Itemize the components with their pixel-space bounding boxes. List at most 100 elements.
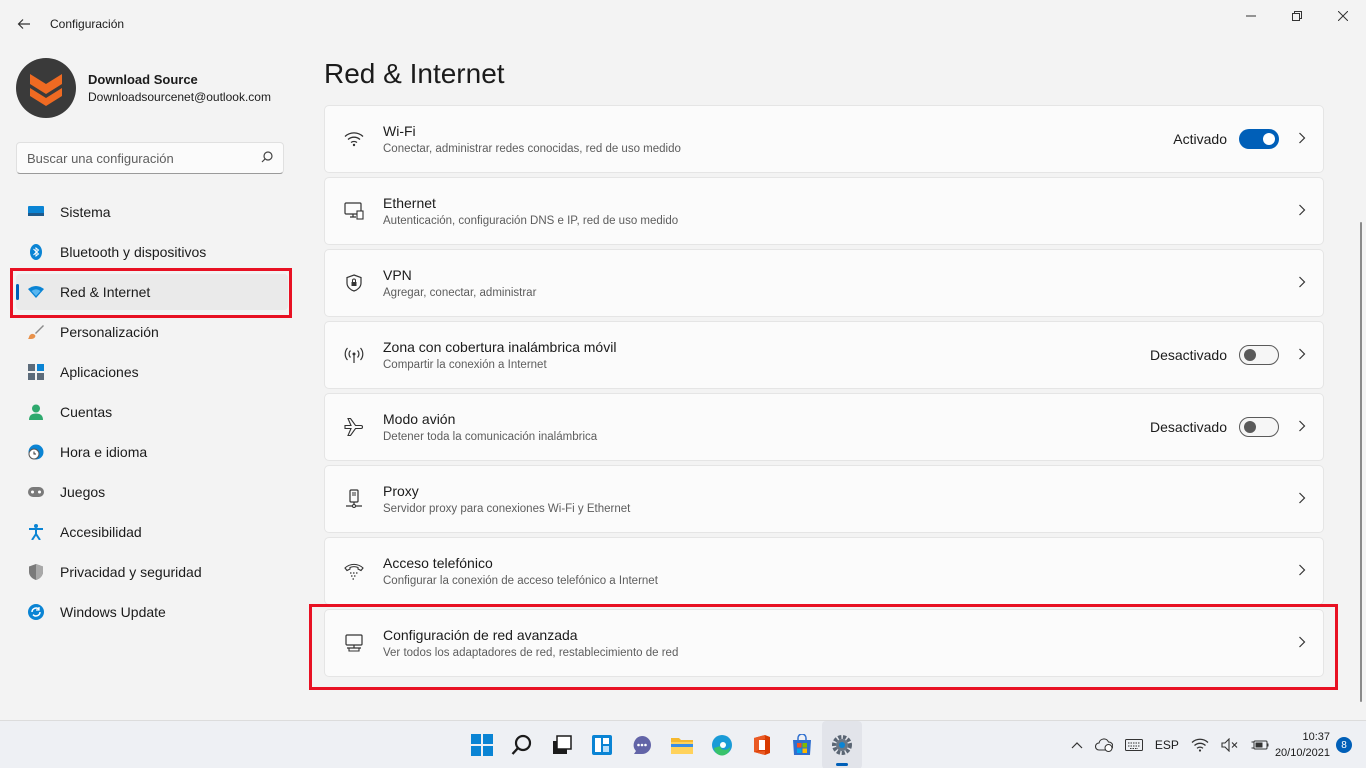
search-input[interactable]: [27, 150, 261, 166]
toggle-state-label: Desactivado: [1149, 347, 1227, 363]
card-proxy[interactable]: Proxy Servidor proxy para conexiones Wi-…: [324, 465, 1324, 533]
card-title: Wi-Fi: [383, 123, 416, 139]
time: 10:37: [1302, 731, 1330, 743]
sidebar-item-juegos[interactable]: Juegos: [16, 474, 288, 510]
chat-button[interactable]: [622, 721, 662, 768]
dialup-icon: [325, 562, 383, 580]
sidebar-item-bluetooth[interactable]: Bluetooth y dispositivos: [16, 234, 288, 270]
sidebar-item-cuentas[interactable]: Cuentas: [16, 394, 288, 430]
profile-name: Download Source: [88, 72, 198, 87]
sidebar-item-personalizacion[interactable]: Personalización: [16, 314, 288, 350]
card-description: Autenticación, configuración DNS e IP, r…: [383, 215, 679, 227]
back-button[interactable]: [0, 0, 48, 48]
monitor-icon: [28, 204, 44, 220]
search-icon[interactable]: [261, 150, 273, 166]
system-tray: ESP 10:37 20/10/2021 8: [1065, 721, 1366, 768]
user-profile[interactable]: Download Source Downloadsourcenet@outloo…: [16, 58, 271, 118]
card-vpn[interactable]: VPN Agregar, conectar, administrar: [324, 249, 1324, 317]
hotspot-toggle[interactable]: [1239, 345, 1279, 365]
sidebar-nav: Sistema Bluetooth y dispositivos Red & I…: [16, 194, 288, 634]
show-hidden-icons-button[interactable]: [1071, 741, 1083, 749]
office-button[interactable]: [742, 721, 782, 768]
card-description: Conectar, administrar redes conocidas, r…: [383, 143, 681, 155]
edge-icon: [712, 735, 732, 756]
sidebar-item-accesibilidad[interactable]: Accesibilidad: [16, 514, 288, 550]
widgets-button[interactable]: [582, 721, 622, 768]
settings-app-button[interactable]: [822, 721, 862, 768]
chevron-right-icon: [1297, 563, 1307, 579]
card-description: Configurar la conexión de acceso telefón…: [383, 575, 658, 587]
card-description: Ver todos los adaptadores de red, restab…: [383, 647, 679, 659]
sidebar-item-red-internet[interactable]: Red & Internet: [16, 274, 288, 310]
taskbar-apps: [462, 721, 862, 768]
volume-button[interactable]: [1221, 738, 1239, 752]
chevron-right-icon: [1297, 131, 1307, 147]
chevron-right-icon: [1297, 419, 1307, 435]
card-title: Zona con cobertura inalámbrica móvil: [383, 339, 617, 355]
touch-keyboard-button[interactable]: [1124, 739, 1143, 751]
date: 20/10/2021: [1274, 747, 1330, 759]
sidebar-item-privacidad[interactable]: Privacidad y seguridad: [16, 554, 288, 590]
card-mobile-hotspot[interactable]: Zona con cobertura inalámbrica móvil Com…: [324, 321, 1324, 389]
notification-badge[interactable]: 8: [1336, 737, 1352, 753]
search-icon: [511, 734, 532, 755]
taskbar-search-button[interactable]: [502, 721, 542, 768]
restore-icon: [1292, 11, 1302, 21]
sidebar-item-sistema[interactable]: Sistema: [16, 194, 288, 230]
chevron-right-icon: [1297, 347, 1307, 363]
gamepad-icon: [28, 484, 44, 500]
sidebar-item-label: Accesibilidad: [60, 524, 142, 540]
widgets-icon: [592, 735, 612, 755]
wifi-toggle[interactable]: [1239, 129, 1279, 149]
cloud-sync-icon: [1094, 738, 1113, 752]
start-button[interactable]: [462, 721, 502, 768]
sidebar-item-label: Personalización: [60, 324, 159, 340]
card-wifi[interactable]: Wi-Fi Conectar, administrar redes conoci…: [324, 105, 1324, 173]
card-title: Ethernet: [383, 195, 436, 211]
onedrive-button[interactable]: [1094, 738, 1113, 752]
scrollbar[interactable]: [1360, 222, 1362, 702]
profile-email: Downloadsourcenet@outlook.com: [88, 90, 271, 104]
chevron-up-icon: [1071, 742, 1083, 749]
user-icon: [28, 404, 44, 420]
volume-muted-icon: [1221, 738, 1238, 752]
chevron-right-icon: [1297, 635, 1307, 651]
card-airplane-mode[interactable]: Modo avión Detener toda la comunicación …: [324, 393, 1324, 461]
page-title: Red & Internet: [324, 58, 505, 89]
hotspot-icon: [325, 346, 383, 364]
sidebar-item-windows-update[interactable]: Windows Update: [16, 594, 288, 630]
wifi-icon: [1191, 738, 1209, 752]
airplane-toggle[interactable]: [1239, 417, 1279, 437]
sidebar-item-hora-idioma[interactable]: Hora e idioma: [16, 434, 288, 470]
clock[interactable]: 10:37 20/10/2021: [1275, 729, 1330, 761]
gear-icon: [832, 735, 852, 755]
task-view-button[interactable]: [542, 721, 582, 768]
store-icon: [793, 734, 811, 755]
minimize-button[interactable]: [1228, 0, 1274, 32]
card-dial-up[interactable]: Acceso telefónico Configurar la conexión…: [324, 537, 1324, 605]
chat-icon: [633, 736, 651, 754]
battery-button[interactable]: [1251, 739, 1269, 751]
card-title: Acceso telefónico: [383, 555, 493, 571]
card-advanced-network-settings[interactable]: Configuración de red avanzada Ver todos …: [324, 609, 1324, 677]
settings-list: Wi-Fi Conectar, administrar redes conoci…: [324, 105, 1324, 681]
keyboard-icon: [1124, 739, 1143, 751]
store-button[interactable]: [782, 721, 822, 768]
network-adapter-icon: [325, 634, 383, 652]
edge-button[interactable]: [702, 721, 742, 768]
sidebar-item-aplicaciones[interactable]: Aplicaciones: [16, 354, 288, 390]
vpn-shield-icon: [325, 274, 383, 292]
file-explorer-button[interactable]: [662, 721, 702, 768]
sidebar-item-label: Bluetooth y dispositivos: [60, 244, 207, 260]
card-ethernet[interactable]: Ethernet Autenticación, configuración DN…: [324, 177, 1324, 245]
sidebar-item-label: Privacidad y seguridad: [60, 564, 202, 580]
input-language[interactable]: ESP: [1155, 738, 1179, 752]
card-description: Servidor proxy para conexiones Wi-Fi y E…: [383, 503, 631, 515]
network-status-button[interactable]: [1191, 738, 1209, 752]
ethernet-icon: [325, 202, 383, 220]
close-button[interactable]: [1320, 0, 1366, 32]
restore-button[interactable]: [1274, 0, 1320, 32]
back-arrow-icon: [17, 19, 30, 29]
bluetooth-icon: [28, 244, 44, 260]
sidebar-item-label: Red & Internet: [60, 284, 151, 300]
